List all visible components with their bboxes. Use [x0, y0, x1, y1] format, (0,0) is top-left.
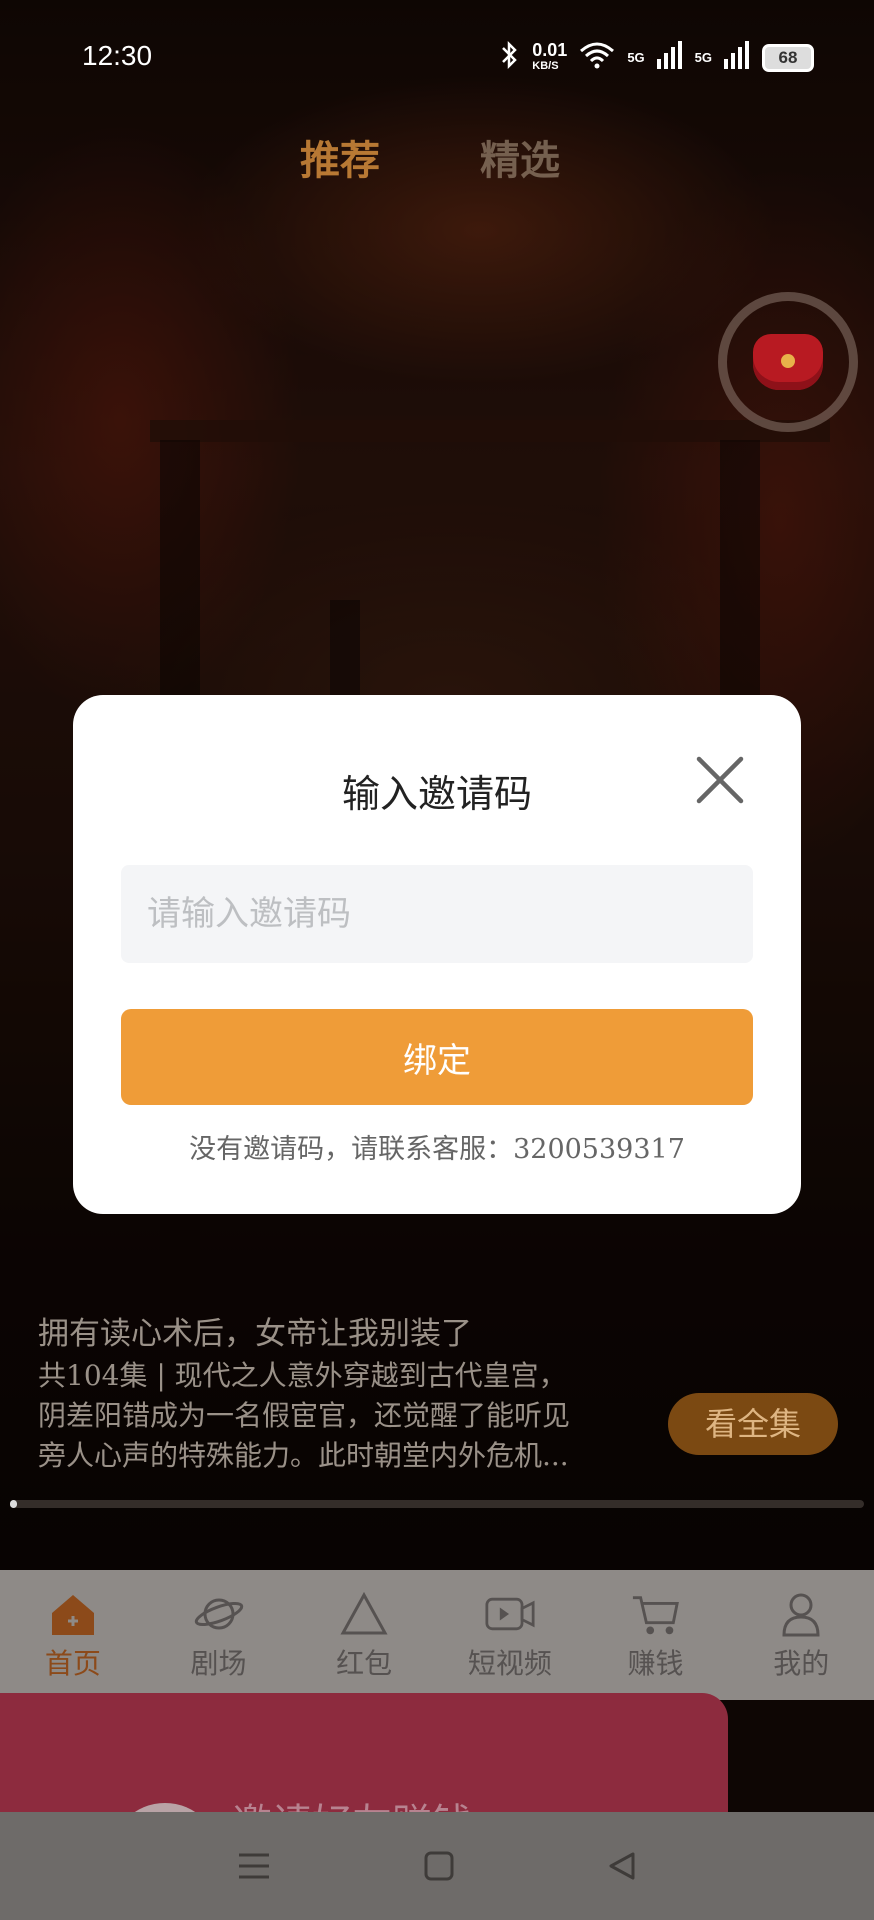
- nav-item-short-video[interactable]: 短视频: [437, 1570, 583, 1700]
- user-icon: [776, 1590, 826, 1638]
- red-packet-icon: [753, 334, 823, 390]
- video-progress-bar[interactable]: [10, 1500, 864, 1508]
- home-icon: [48, 1590, 98, 1638]
- nav-item-earn[interactable]: 赚钱: [583, 1570, 729, 1700]
- status-time: 12:30: [82, 40, 153, 71]
- bottom-nav: 首页 剧场 红包 短视频 赚钱 我的: [0, 1570, 874, 1700]
- banner-text: 邀请好友赚钱: [232, 1791, 472, 1813]
- drama-description-line: 共104集 | 现代之人意外穿越到古代皇宫，: [38, 1359, 567, 1392]
- signal-5g-2: 5G: [694, 50, 712, 65]
- home-square-icon[interactable]: [424, 1851, 454, 1881]
- bind-button[interactable]: 绑定: [121, 1009, 753, 1105]
- top-tabs: 推荐 精选: [300, 128, 560, 186]
- drama-description-line: 阴差阳错成为一名假宦官，还觉醒了能听见: [38, 1399, 571, 1432]
- nav-item-theater[interactable]: 剧场: [146, 1570, 292, 1700]
- system-nav-bar: [0, 1812, 874, 1920]
- status-bar: 12:30 0.01 KB/S 5G 5G 68: [0, 0, 874, 110]
- signal-bars-icon: [656, 41, 683, 74]
- network-speed: 0.01 KB/S: [532, 39, 568, 72]
- video-icon: [485, 1590, 535, 1638]
- drama-title: 拥有读心术后，女帝让我别装了: [38, 1316, 472, 1352]
- wifi-icon: [579, 41, 615, 74]
- promo-banner[interactable]: 邀请好友赚钱: [0, 1693, 728, 1813]
- watch-all-button[interactable]: 看全集: [668, 1393, 838, 1455]
- planet-icon: [194, 1590, 244, 1638]
- invite-code-input[interactable]: [121, 865, 753, 963]
- tab-featured[interactable]: 精选: [480, 128, 560, 186]
- bluetooth-icon: [500, 40, 520, 75]
- video-progress-fill: [10, 1500, 17, 1508]
- nav-item-mine[interactable]: 我的: [728, 1570, 874, 1700]
- signal-bars-icon: [724, 41, 750, 74]
- tab-recommend[interactable]: 推荐: [300, 128, 380, 186]
- battery-indicator: 68: [762, 43, 814, 72]
- drama-description-line: 旁人心声的特殊能力。此时朝堂内外危机...: [38, 1439, 569, 1472]
- dialog-title: 输入邀请码: [341, 772, 532, 816]
- nav-item-redpacket[interactable]: 红包: [291, 1570, 437, 1700]
- back-icon[interactable]: [607, 1851, 637, 1881]
- triangle-icon: [339, 1590, 389, 1638]
- menu-icon[interactable]: [237, 1851, 271, 1881]
- signal-5g-1: 5G: [627, 50, 645, 65]
- red-packet-widget[interactable]: [718, 292, 858, 432]
- drama-info: 拥有读心术后，女帝让我别装了 共104集 | 现代之人意外穿越到古代皇宫， 阴差…: [38, 1312, 668, 1476]
- contact-service-hint: 没有邀请码，请联系客服：3200539317: [189, 1134, 685, 1165]
- nav-item-home[interactable]: 首页: [0, 1570, 146, 1700]
- cart-icon: [631, 1590, 681, 1638]
- close-icon[interactable]: [695, 755, 745, 805]
- invite-code-dialog: 输入邀请码 绑定 没有邀请码，请联系客服：3200539317: [73, 695, 801, 1214]
